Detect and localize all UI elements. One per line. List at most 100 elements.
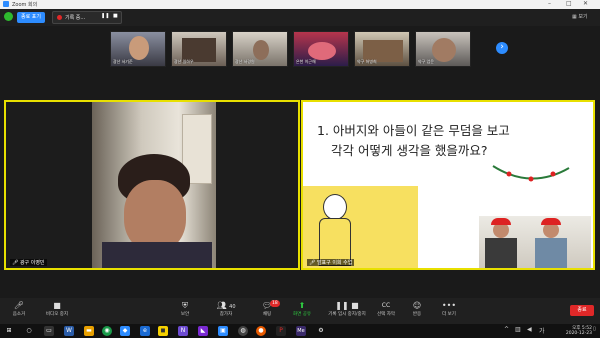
edge-icon[interactable]: e (140, 326, 150, 336)
chat-bubble-icon: 💬︎ 18 (261, 300, 280, 310)
chat-label: 채팅 (262, 312, 272, 317)
participant-thumb[interactable]: 광산 서기준 (110, 31, 166, 67)
closed-caption-button[interactable]: CC 선택 자막 (369, 300, 403, 317)
window-titlebar: Zoom 회의 – □ ✕ (0, 0, 600, 9)
slide-question-line2: 각각 어떻게 생각을 했을까요? (331, 143, 488, 158)
record-button[interactable]: ❚❚ ■ 기록 임시 중지/중지 (322, 300, 372, 317)
taskbar-date: 2020-12-23 (565, 331, 592, 336)
participant-face (432, 38, 456, 62)
zoom-logo-icon (3, 1, 9, 7)
participant-name: 광산 서경원 (235, 59, 255, 64)
security-shield-icon[interactable] (4, 12, 13, 21)
cc-icon: CC (381, 302, 391, 309)
presenter-camera-overlay (479, 216, 591, 268)
close-button[interactable]: ✕ (583, 0, 588, 7)
stop-video-button[interactable]: ■ 비디오 중지 (40, 300, 74, 317)
zoom-taskbar-icon[interactable]: ▣ (218, 326, 228, 336)
participant-thumb[interactable]: 약구 엄윤 (415, 31, 471, 67)
onenote-icon[interactable]: N (178, 326, 188, 336)
participant-thumb[interactable]: 약구 허병희 (354, 31, 410, 67)
volume-icon[interactable]: ◀ (527, 326, 532, 333)
participant-thumb[interactable]: 광산 서경원 (232, 31, 288, 67)
minimize-button[interactable]: – (548, 0, 551, 7)
app-icon[interactable]: ● (256, 326, 266, 336)
participant-name: 광산 서기준 (113, 59, 133, 64)
stop-recording-button[interactable]: ■ (113, 13, 118, 19)
tray-chevron-icon[interactable]: ^ (504, 326, 509, 333)
shared-screen[interactable]: 1. 아버지와 아들이 같은 무덤을 보고 각각 어떻게 생각을 했을까요? 🎤… (301, 100, 595, 270)
word-icon[interactable]: W (64, 326, 74, 336)
app-icon[interactable]: ◍ (238, 326, 248, 336)
share-label: 화면 공유 (293, 312, 311, 317)
end-meeting-button[interactable]: 종료 (570, 305, 594, 316)
reactions-button[interactable]: ☺ 반응 (400, 300, 434, 317)
ime-language-indicator[interactable]: 가 (539, 326, 545, 335)
network-icon[interactable]: ▥ (515, 326, 521, 333)
more-button[interactable]: ••• 더 보기 (432, 300, 466, 317)
participant-name: 약구 허병희 (357, 59, 377, 64)
media-encoder-icon[interactable]: Me (296, 326, 306, 336)
participant-thumb[interactable]: 광산 일하우 (171, 31, 227, 67)
holiday-garland-decoration (492, 165, 570, 182)
video-label: 비디오 중지 (45, 312, 69, 317)
file-explorer-icon[interactable]: ▬ (84, 326, 94, 336)
speaker-shirt (102, 242, 212, 268)
microphone-icon: 🎤︎ (13, 301, 25, 310)
participant-figure (308, 42, 336, 60)
visual-studio-icon[interactable]: ◣ (198, 326, 208, 336)
video-camera-icon: ■ (53, 301, 61, 310)
santa-hat-icon (491, 218, 511, 225)
right-video-name: 🎤︎ 발표구 이희 수업 (307, 259, 355, 266)
mic-muted-icon: 🎤︎ (309, 260, 317, 266)
participant-face (129, 36, 149, 60)
windows-start-icon[interactable]: ⊞ (4, 326, 14, 336)
active-speaker-video[interactable]: 🎤︎ 광구 이영민 (4, 100, 300, 270)
santa-hat-icon (541, 218, 561, 225)
notification-icon[interactable]: ▯ (593, 326, 598, 336)
cc-label: 선택 자막 (377, 312, 395, 317)
participant-name: 은천 이근해 (296, 59, 316, 64)
participants-label: 참가자 (219, 312, 233, 317)
search-icon[interactable]: ○ (24, 326, 34, 336)
pause-recording-button[interactable]: ❚❚ (101, 13, 109, 19)
participant-thumb[interactable]: 은천 이근해 (293, 31, 349, 67)
participant-name: 광산 일하우 (174, 59, 194, 64)
left-video-name: 🎤︎ 광구 이영민 (10, 259, 47, 266)
teams-icon[interactable]: ◆ (120, 326, 130, 336)
ellipsis-icon: ••• (441, 301, 457, 310)
presenter-body (535, 238, 567, 268)
mic-muted-icon: 🎤︎ (12, 260, 20, 266)
gallery-next-button[interactable]: › (496, 42, 508, 54)
participant-name: 약구 엄윤 (418, 59, 434, 64)
taskbar-clock[interactable]: 오후 5:52 2020-12-23 (552, 325, 592, 336)
recording-dot-icon (57, 15, 62, 20)
participant-face (253, 40, 269, 60)
record-label: 기록 임시 중지/중지 (328, 312, 366, 317)
participants-button[interactable]: 👥︎ 40 참가자 (209, 300, 243, 317)
settings-gear-icon[interactable]: ⚙ (316, 326, 326, 336)
chat-badge: 18 (270, 300, 280, 307)
task-view-icon[interactable]: ▭ (44, 326, 54, 336)
window-title: Zoom 회의 (12, 2, 38, 8)
status-pill[interactable]: 종료 표기 (17, 12, 45, 23)
pause-stop-icon: ❚❚ ■ (335, 301, 359, 310)
view-label: 보기 (578, 14, 588, 20)
smiley-icon: ☺ (412, 301, 422, 310)
mute-button[interactable]: 🎤︎ 음소거 (2, 300, 36, 317)
maximize-button[interactable]: □ (566, 0, 572, 7)
powerpoint-icon[interactable]: P (276, 326, 286, 336)
slide-question-line1: 1. 아버지와 아들이 같은 무덤을 보고 (317, 123, 510, 138)
share-screen-button[interactable]: ⬆ 화면 공유 (285, 300, 319, 317)
recording-label: 기록 중... (65, 15, 86, 21)
chat-button[interactable]: 💬︎ 18 채팅 (250, 300, 284, 317)
kakaotalk-icon[interactable]: ◼ (158, 326, 168, 336)
security-label: 보안 (180, 312, 190, 317)
participants-icon: 👥︎ 40 (216, 301, 236, 310)
security-button[interactable]: ⛨ 보안 (168, 300, 202, 317)
reactions-label: 반응 (412, 312, 422, 317)
chrome-icon[interactable]: ◉ (102, 326, 112, 336)
view-button[interactable]: ▦ 보기 (572, 13, 588, 20)
recording-indicator: 기록 중... ❚❚ ■ (52, 11, 122, 24)
illustration-head (323, 194, 347, 220)
share-screen-icon: ⬆ (298, 301, 306, 310)
